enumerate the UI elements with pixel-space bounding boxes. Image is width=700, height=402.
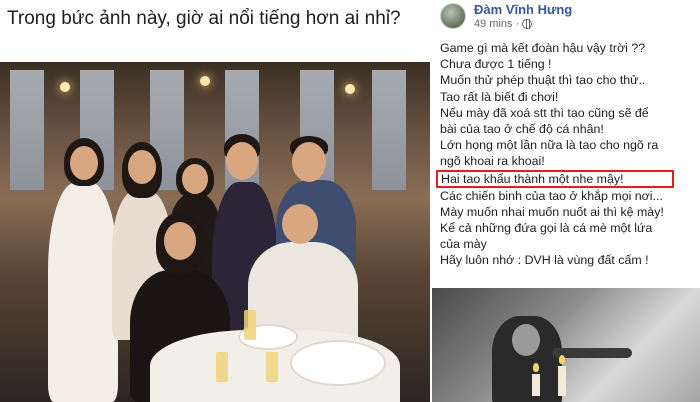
group-photo[interactable]: [0, 62, 430, 402]
status-line: Chưa được 1 tiếng !: [440, 57, 552, 72]
post-photo[interactable]: [432, 288, 700, 402]
ceiling-light: [200, 76, 210, 86]
left-post: Trong bức ảnh này, giờ ai nổi tiếng hơn …: [0, 0, 430, 402]
status-line: Các chiến binh của tao ở khắp mọi nơi...: [440, 188, 663, 203]
post-caption: Trong bức ảnh này, giờ ai nổi tiếng hơn …: [7, 8, 401, 29]
candle: [532, 374, 540, 396]
highlighted-status-line: Hai tao khẩu thành một nhe mậy!: [436, 169, 674, 188]
candle-flame: [559, 355, 565, 364]
person-head: [292, 142, 326, 182]
status-line: bài của tao ở chế độ cá nhân!: [440, 122, 604, 137]
photo-window: [372, 70, 406, 190]
person-head: [282, 204, 318, 244]
status-line: Kể cả những đứa gọi là cá mè một lứa: [440, 221, 653, 236]
glass: [244, 310, 256, 340]
glass: [216, 352, 228, 382]
status-text: Game gì mà kết đoàn hậu vậy trời ?? Chưa…: [436, 40, 698, 269]
globe-icon: [522, 19, 533, 29]
author-avatar[interactable]: [440, 3, 466, 29]
candle-flame: [533, 363, 539, 372]
person-head: [512, 324, 540, 356]
person-head: [182, 164, 208, 194]
status-line: của mày: [440, 237, 487, 252]
post-time[interactable]: 49 mins: [474, 18, 513, 30]
right-post: Đàm Vĩnh Hưng 49 mins · Game gì mà kết đ…: [432, 0, 700, 402]
candle: [558, 366, 566, 396]
person-head: [70, 146, 98, 180]
person-white-dress: [48, 182, 118, 402]
status-line: ngõ khoai ra khoai!: [440, 154, 545, 169]
post-header: Đàm Vĩnh Hưng 49 mins ·: [432, 0, 700, 34]
status-line: Muốn thử phép thuật thì tao cho thử..: [440, 73, 646, 88]
author-name[interactable]: Đàm Vĩnh Hưng: [474, 2, 572, 17]
status-line: Tao rất là biết đi chơi!: [440, 89, 559, 104]
person-head: [164, 222, 196, 260]
status-line: Lớn họng một lần nữa là tao cho ngõ ra: [440, 138, 659, 153]
status-line: Mày muốn nhai muốn nuốt ai thì kệ mày!: [440, 204, 664, 219]
person-head: [128, 150, 156, 184]
photo-window: [10, 70, 44, 190]
ceiling-light: [60, 82, 70, 92]
person-head: [226, 142, 258, 180]
status-line: Hãy luôn nhớ : DVH là vùng đất cấm !: [440, 253, 649, 268]
meta-separator: ·: [515, 18, 520, 30]
glass: [266, 352, 278, 382]
plate: [290, 340, 386, 386]
status-line: Game gì mà kết đoàn hậu vậy trời ??: [440, 41, 646, 55]
post-meta: 49 mins ·: [474, 18, 533, 30]
status-line: Nếu mày đã xoá stt thì tao cũng sẽ để: [440, 105, 649, 120]
ceiling-light: [345, 84, 355, 94]
